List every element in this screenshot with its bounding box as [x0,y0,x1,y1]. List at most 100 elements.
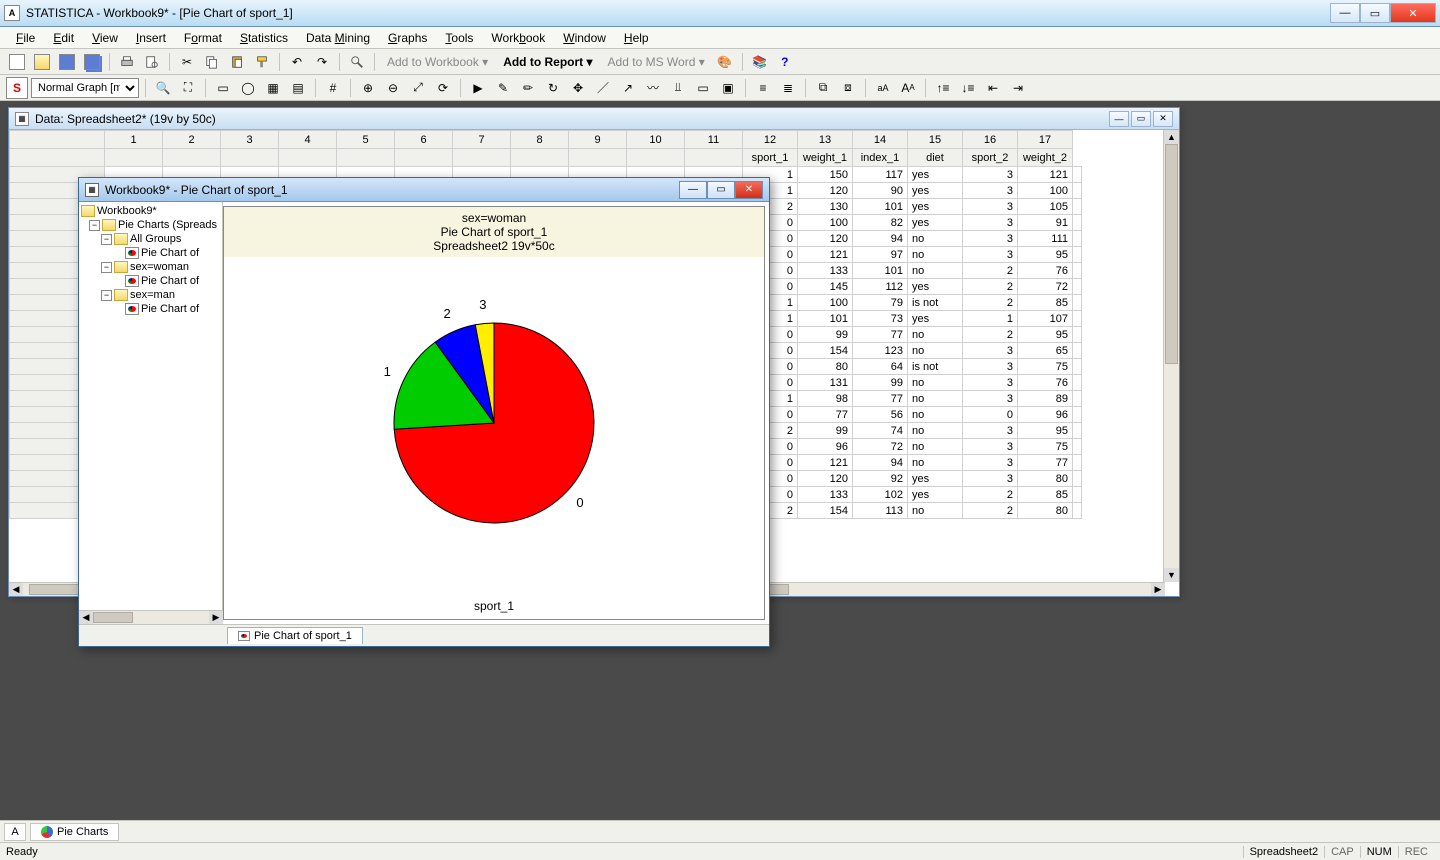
cell[interactable]: 131 [798,375,853,391]
cell[interactable] [1073,423,1082,439]
cell[interactable]: yes [908,311,963,327]
cell[interactable]: 75 [1018,359,1073,375]
books-button[interactable]: 📚 [749,51,771,73]
cell[interactable]: 92 [853,471,908,487]
cell[interactable]: no [908,231,963,247]
menu-data-mining[interactable]: Data Mining [298,29,378,47]
zoom-fit-icon[interactable]: ⤢ [407,77,429,99]
save-all-button[interactable] [81,51,103,73]
cell[interactable]: no [908,375,963,391]
cell[interactable]: 111 [1018,231,1073,247]
indent-inc-icon[interactable]: ⇥ [1007,77,1029,99]
cell[interactable]: 77 [1018,455,1073,471]
curve-tool-icon[interactable]: 〰 [642,77,664,99]
cell[interactable]: no [908,247,963,263]
cell[interactable]: 3 [963,423,1018,439]
menu-window[interactable]: Window [555,29,614,47]
lasso-select-icon[interactable]: ◯ [237,77,259,99]
tree-scroll-right[interactable]: ▶ [209,611,223,624]
cell[interactable]: 102 [853,487,908,503]
cell[interactable]: 133 [798,487,853,503]
cell[interactable]: 121 [1018,167,1073,183]
cell[interactable]: 56 [853,407,908,423]
col-name-11[interactable] [685,149,743,167]
tree-chart-all[interactable]: Pie Chart of [79,246,222,260]
cell[interactable]: no [908,391,963,407]
workbook-maximize-button[interactable]: ▭ [707,181,735,199]
cell[interactable] [1073,183,1082,199]
workbook-window[interactable]: ▦ Workbook9* - Pie Chart of sport_1 — ▭ … [78,177,770,647]
cell[interactable]: 120 [798,471,853,487]
cell[interactable]: 3 [963,215,1018,231]
cell[interactable]: 99 [798,327,853,343]
cell[interactable]: 3 [963,391,1018,407]
font-large-icon[interactable]: AA [897,77,919,99]
rect-tool-icon[interactable]: ▭ [692,77,714,99]
polyline-tool-icon[interactable]: ⫫ [667,77,689,99]
menu-help[interactable]: Help [616,29,657,47]
workbook-close-button[interactable]: ✕ [735,181,763,199]
cell[interactable]: 99 [798,423,853,439]
cell[interactable] [1073,295,1082,311]
cell[interactable]: 154 [798,503,853,519]
window-maximize-button[interactable]: ▭ [1360,3,1390,23]
cell[interactable]: yes [908,215,963,231]
col-number-13[interactable]: 13 [798,131,853,149]
copy-button[interactable] [201,51,223,73]
cell[interactable]: 64 [853,359,908,375]
undo-button[interactable]: ↶ [286,51,308,73]
cell[interactable]: 91 [1018,215,1073,231]
cell[interactable]: 95 [1018,423,1073,439]
vscroll-thumb[interactable] [1165,144,1178,364]
menu-format[interactable]: Format [176,29,230,47]
cell[interactable]: no [908,263,963,279]
cell[interactable]: yes [908,199,963,215]
cell[interactable]: 73 [853,311,908,327]
cell[interactable]: 77 [853,391,908,407]
cell[interactable]: no [908,439,963,455]
line-tool-icon[interactable]: ／ [592,77,614,99]
redo-button[interactable]: ↷ [311,51,333,73]
add-to-workbook-button[interactable]: Add to Workbook ▾ [381,55,494,69]
cell[interactable]: 89 [1018,391,1073,407]
col-name-17[interactable]: weight_2 [1018,149,1073,167]
add-to-word-button[interactable]: Add to MS Word ▾ [602,55,711,69]
cell[interactable]: 2 [963,487,1018,503]
menu-file[interactable]: File [8,29,43,47]
cell[interactable]: 2 [963,503,1018,519]
col-name-15[interactable]: diet [908,149,963,167]
cell[interactable]: 121 [798,455,853,471]
brush-icon[interactable]: ✎ [492,77,514,99]
col-number-5[interactable]: 5 [337,131,395,149]
cell[interactable]: no [908,423,963,439]
tree-scroll-left[interactable]: ◀ [79,611,93,624]
cell[interactable]: 65 [1018,343,1073,359]
cell[interactable]: 3 [963,199,1018,215]
menu-graphs[interactable]: Graphs [380,29,435,47]
cell[interactable]: 101 [853,263,908,279]
move-icon[interactable]: ✥ [567,77,589,99]
spreadsheet-vscrollbar[interactable]: ▲ ▼ [1163,130,1179,582]
scroll-up-arrow[interactable]: ▲ [1164,130,1179,144]
col-number-4[interactable]: 4 [279,131,337,149]
col-number-8[interactable]: 8 [511,131,569,149]
cell[interactable]: 77 [798,407,853,423]
add-to-report-button[interactable]: Add to Report ▾ [497,55,598,69]
col-name-2[interactable] [163,149,221,167]
cell[interactable]: 100 [798,215,853,231]
tree-hscrollbar[interactable]: ◀ ▶ [79,610,223,624]
cell[interactable]: 105 [1018,199,1073,215]
tree-pie-charts[interactable]: −Pie Charts (Spreads [79,218,222,232]
col-name-6[interactable] [395,149,453,167]
ungroup-icon[interactable]: ⧈ [837,77,859,99]
spreadsheet-close-button[interactable]: ✕ [1153,111,1173,127]
menu-edit[interactable]: Edit [45,29,82,47]
col-name-8[interactable] [511,149,569,167]
cell[interactable] [1073,471,1082,487]
cell[interactable]: 101 [853,199,908,215]
col-number-16[interactable]: 16 [963,131,1018,149]
format-painter-button[interactable] [251,51,273,73]
cell[interactable]: 76 [1018,263,1073,279]
col-number-3[interactable]: 3 [221,131,279,149]
zoom-area-icon[interactable]: ⛶ [177,77,199,99]
